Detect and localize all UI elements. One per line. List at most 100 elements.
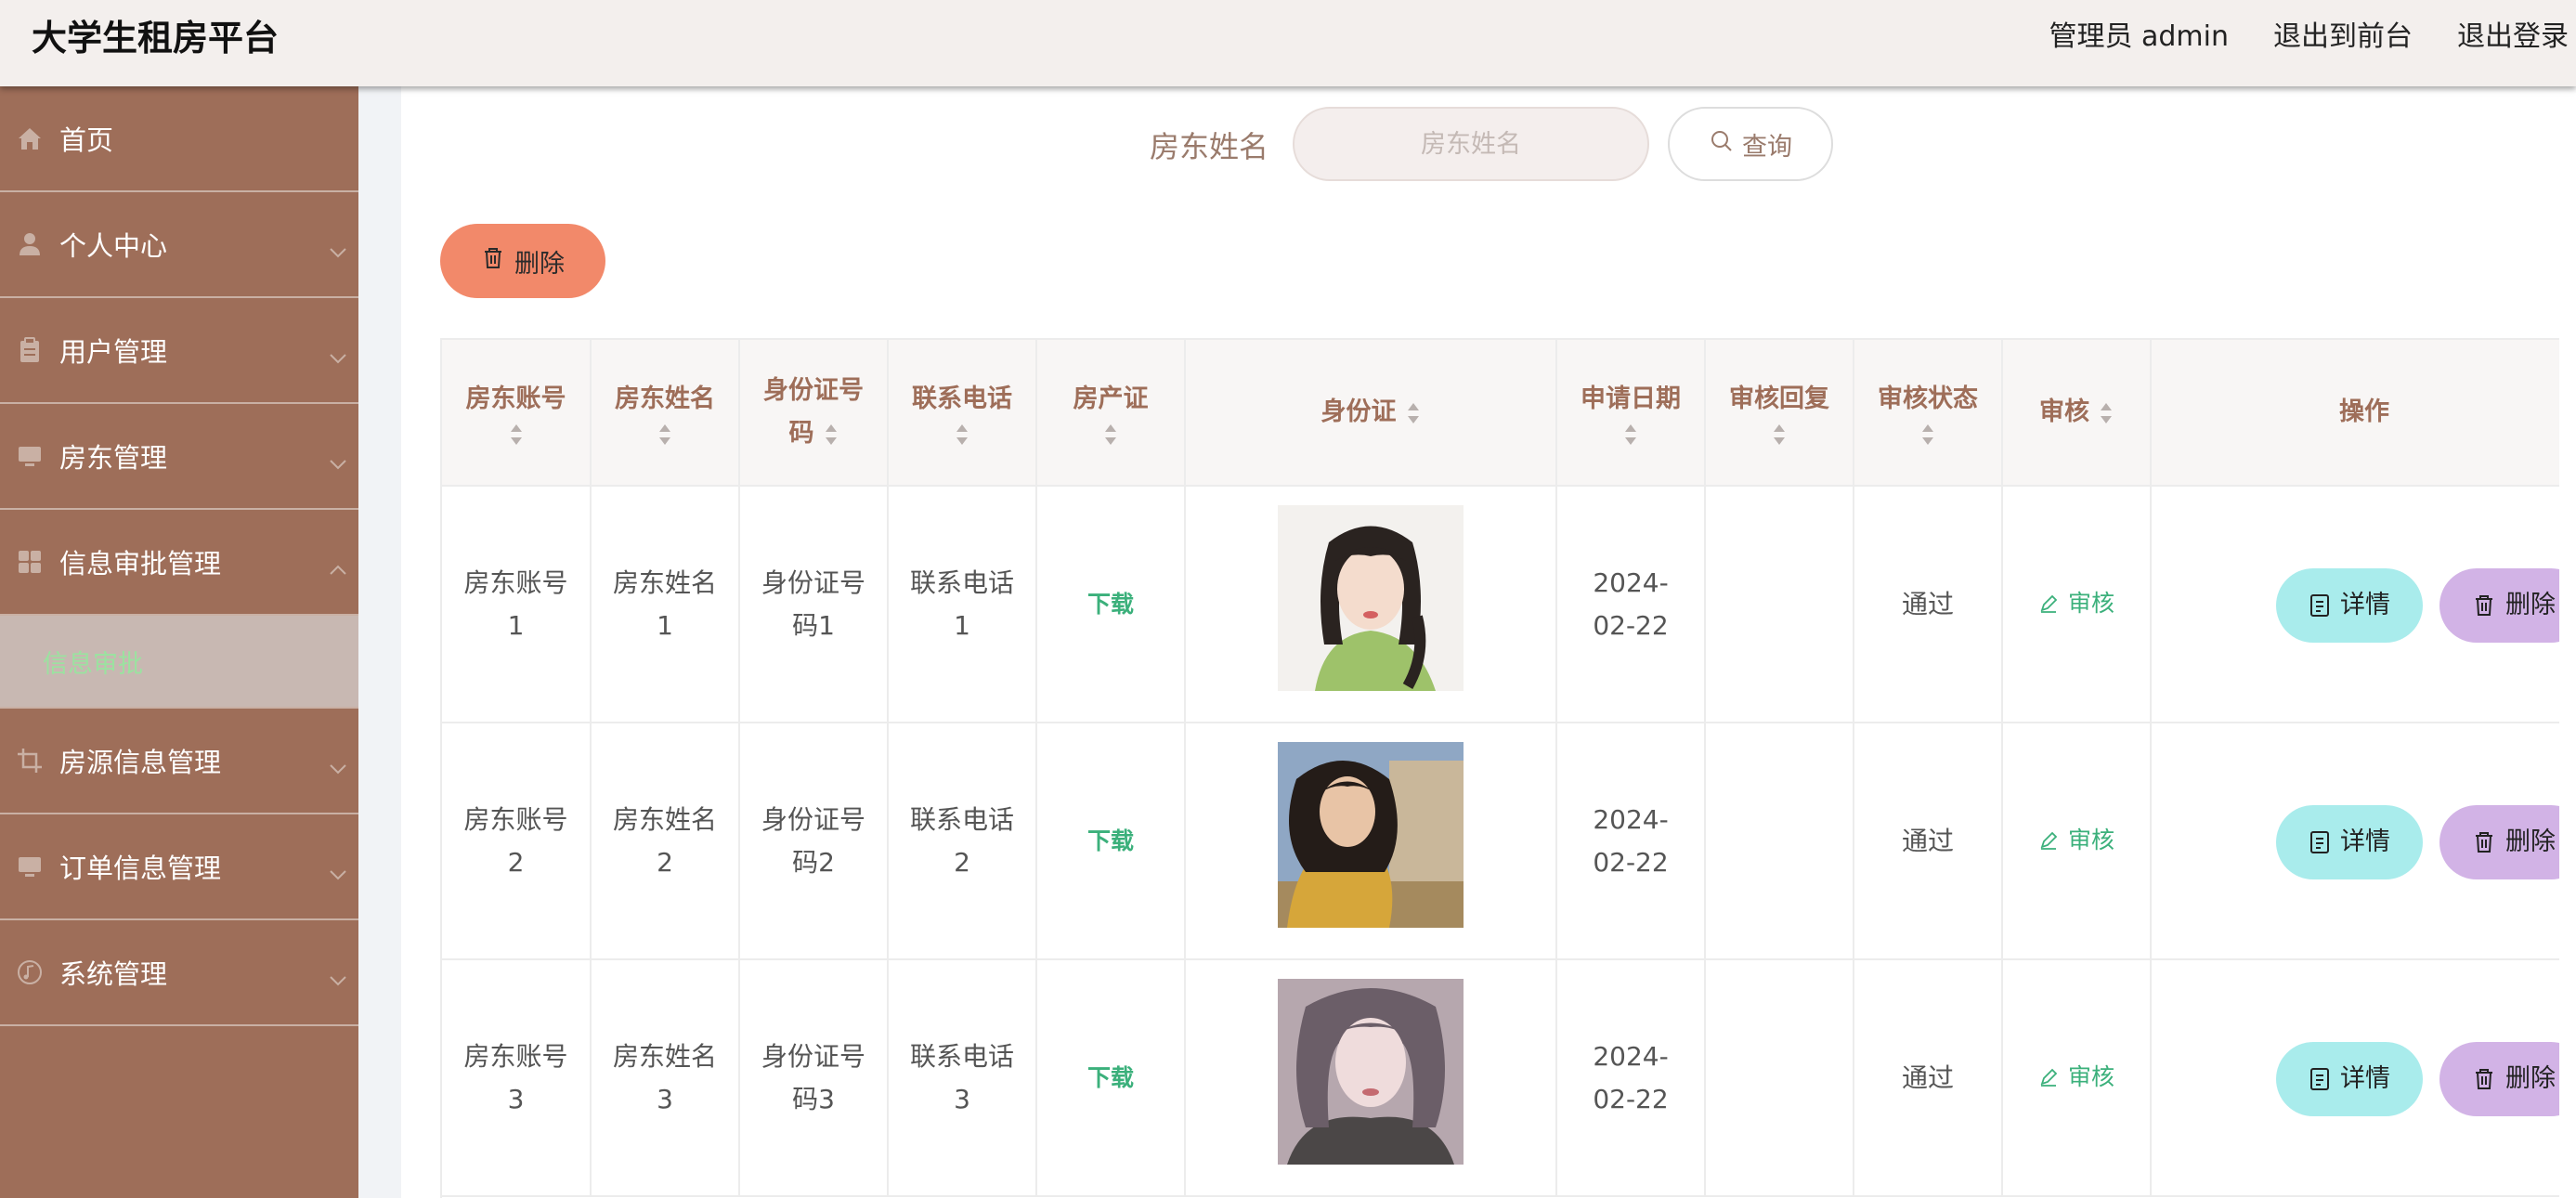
- delete-label: 删除: [2505, 591, 2556, 619]
- cell-id-number: 身份证号码1: [739, 486, 889, 723]
- sidebar-item-label: 首页: [59, 124, 114, 156]
- col-header-reply[interactable]: 审核回复: [1705, 340, 1854, 487]
- chevron-up-icon: [329, 551, 347, 582]
- cell-deed: 下载: [1036, 486, 1186, 723]
- cell-id-card: [1185, 723, 1557, 960]
- audit-label: 审核: [2067, 1062, 2114, 1090]
- audit-link[interactable]: 审核: [2038, 582, 2114, 625]
- cell-ops: 详情 删除: [2151, 959, 2559, 1197]
- chevron-down-icon: [329, 961, 347, 993]
- delete-button[interactable]: 删除: [2439, 805, 2559, 879]
- sidebar-item-users[interactable]: 用户管理: [0, 298, 358, 404]
- search-button[interactable]: 查询: [1668, 107, 1833, 181]
- cell-account: 房东账号2: [442, 723, 592, 960]
- download-link[interactable]: 下载: [1087, 591, 1134, 618]
- app-title: 大学生租房平台: [32, 18, 280, 59]
- id-card-photo[interactable]: [1278, 504, 1464, 691]
- monitor-icon: [15, 852, 45, 881]
- chevron-down-icon: [329, 445, 347, 476]
- document-icon: [2310, 831, 2329, 853]
- audit-link[interactable]: 审核: [2038, 819, 2114, 862]
- cell-status: 通过: [1854, 723, 2003, 960]
- bulk-delete-label: 删除: [514, 249, 565, 279]
- download-link[interactable]: 下载: [1087, 1064, 1134, 1091]
- header-label: 审核状态: [1878, 384, 1978, 413]
- sidebar-item-label: 用户管理: [59, 336, 168, 368]
- id-card-photo[interactable]: [1278, 978, 1464, 1165]
- header-label: 联系电话: [912, 384, 1012, 413]
- cell-name: 房东姓名3: [591, 959, 740, 1197]
- audit-link[interactable]: 审核: [2038, 1056, 2114, 1099]
- home-icon: [15, 124, 45, 153]
- search-label: 房东姓名: [1150, 129, 1269, 164]
- delete-button[interactable]: 删除: [2439, 568, 2559, 643]
- detail-label: 详情: [2340, 1064, 2390, 1093]
- header-label: 审核: [2039, 397, 2089, 426]
- detail-label: 详情: [2340, 591, 2390, 619]
- cell-id-card: [1185, 959, 1557, 1197]
- sidebar-item-home[interactable]: 首页: [0, 86, 358, 192]
- col-header-status[interactable]: 审核状态: [1854, 340, 2003, 487]
- audit-label: 审核: [2067, 826, 2114, 853]
- id-card-photo[interactable]: [1278, 741, 1464, 928]
- header-label: 身份证: [1321, 397, 1397, 426]
- trash-icon: [2476, 1069, 2492, 1089]
- bulk-delete-button[interactable]: 删除: [440, 224, 605, 298]
- cell-id-number: 身份证号码2: [739, 723, 889, 960]
- detail-label: 详情: [2340, 827, 2390, 856]
- delete-button[interactable]: 删除: [2439, 1042, 2559, 1116]
- sort-icon: [1922, 424, 1933, 445]
- chevron-down-icon: [329, 233, 347, 265]
- sort-icon: [1407, 402, 1419, 423]
- sidebar-item-profile[interactable]: 个人中心: [0, 192, 358, 298]
- crop-icon: [15, 746, 45, 775]
- trash-icon: [481, 246, 514, 277]
- detail-button[interactable]: 详情: [2276, 568, 2423, 643]
- sidebar-item-approval[interactable]: 信息审批管理: [0, 510, 358, 616]
- cell-id-card: [1185, 486, 1557, 723]
- col-header-date[interactable]: 申请日期: [1556, 340, 1706, 487]
- cell-ops: 详情 删除: [2151, 723, 2559, 960]
- search-input[interactable]: [1293, 107, 1649, 181]
- chevron-down-icon: [329, 339, 347, 371]
- sidebar-item-listings[interactable]: 房源信息管理: [0, 709, 358, 814]
- table-row: 房东账号2 房东姓名2 身份证号码2 联系电话2 下载 2024-02-22 通…: [442, 723, 2559, 960]
- trash-icon: [2476, 832, 2492, 853]
- search-button-label: 查询: [1742, 132, 1792, 162]
- col-header-account[interactable]: 房东账号: [442, 340, 592, 487]
- sidebar-item-system[interactable]: 系统管理: [0, 920, 358, 1026]
- sidebar-item-label: 信息审批管理: [59, 548, 222, 579]
- sidebar-item-label: 个人中心: [59, 230, 168, 262]
- cell-date: 2024-02-22: [1556, 959, 1706, 1197]
- detail-button[interactable]: 详情: [2276, 805, 2423, 879]
- delete-label: 删除: [2505, 827, 2556, 856]
- cell-ops: 详情 删除: [2151, 486, 2559, 723]
- header-label: 操作: [2339, 397, 2389, 426]
- sidebar-subitem-approval[interactable]: 信息审批: [0, 616, 358, 709]
- col-header-name[interactable]: 房东姓名: [591, 340, 740, 487]
- col-header-id-card[interactable]: 身份证: [1185, 340, 1557, 487]
- logout-link[interactable]: 退出登录: [2457, 13, 2569, 54]
- col-header-deed[interactable]: 房产证: [1036, 340, 1186, 487]
- col-header-phone[interactable]: 联系电话: [888, 340, 1037, 487]
- front-link[interactable]: 退出到前台: [2273, 13, 2413, 54]
- cell-id-number: 身份证号码3: [739, 959, 889, 1197]
- col-header-audit[interactable]: 审核: [2002, 340, 2152, 487]
- chevron-down-icon: [329, 749, 347, 781]
- header-label: 房东账号: [465, 384, 566, 413]
- detail-button[interactable]: 详情: [2276, 1042, 2423, 1116]
- sort-icon: [1105, 424, 1116, 445]
- delete-label: 删除: [2505, 1064, 2556, 1093]
- cell-phone: 联系电话2: [888, 723, 1037, 960]
- download-link[interactable]: 下载: [1087, 827, 1134, 854]
- header-label: 房东姓名: [615, 384, 715, 413]
- cell-date: 2024-02-22: [1556, 723, 1706, 960]
- sidebar-item-orders[interactable]: 订单信息管理: [0, 814, 358, 920]
- col-header-id-number[interactable]: 身份证号码: [739, 340, 889, 487]
- sort-icon: [659, 424, 670, 445]
- sort-icon: [1625, 424, 1636, 445]
- cell-audit: 审核: [2002, 486, 2152, 723]
- cell-audit: 审核: [2002, 723, 2152, 960]
- sidebar-item-landlords[interactable]: 房东管理: [0, 404, 358, 510]
- cell-deed: 下载: [1036, 723, 1186, 960]
